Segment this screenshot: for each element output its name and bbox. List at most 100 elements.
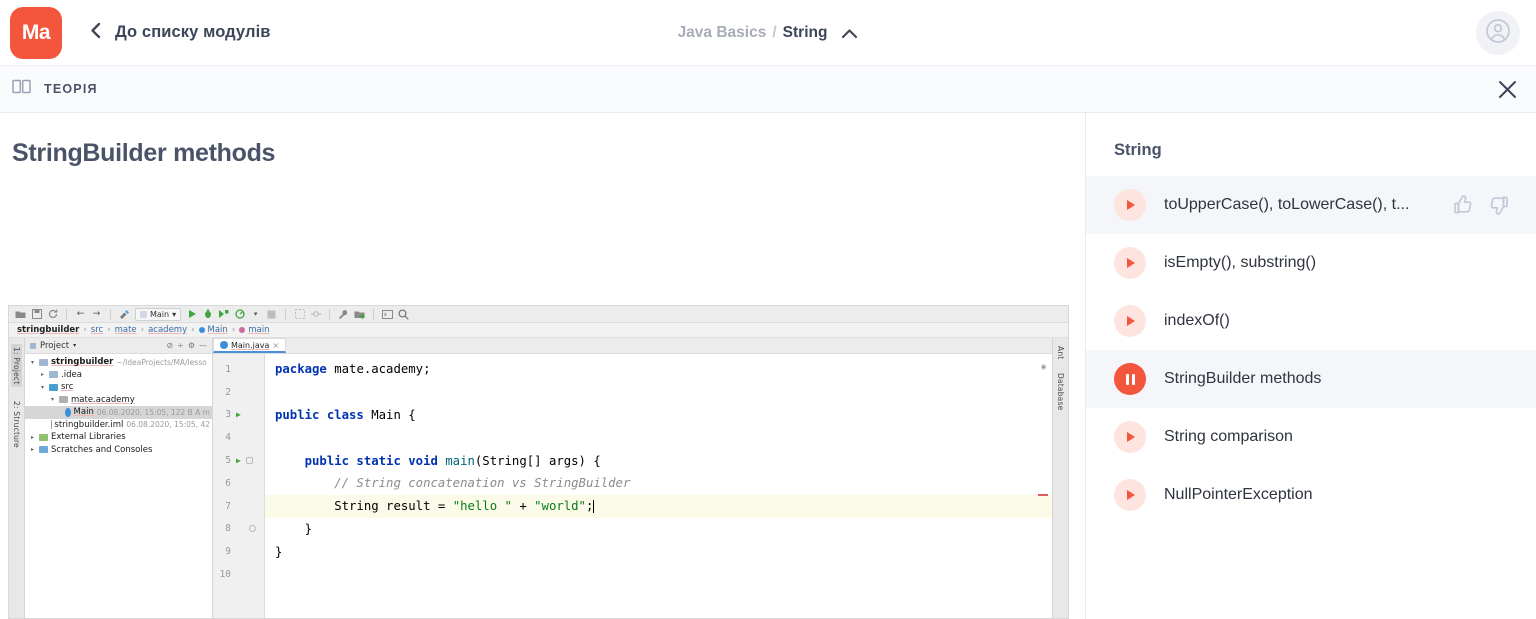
ide-crumb-sep: › [191, 325, 194, 335]
theory-tab-label: ТЕОРІЯ [44, 82, 98, 96]
debug-icon[interactable] [202, 309, 213, 320]
hide-icon[interactable]: — [199, 341, 207, 350]
inspection-eye-icon[interactable]: ◉ [1041, 362, 1046, 371]
error-stripe-marker[interactable] [1038, 494, 1048, 496]
chevron-down-icon[interactable]: ▾ [250, 309, 261, 320]
open-folder-icon[interactable] [15, 309, 26, 320]
twisty-icon[interactable]: ▾ [39, 384, 46, 391]
ide-screenshot: ← → Main ▾ [8, 305, 1069, 619]
tool-tab-project[interactable]: 1: Project [11, 344, 22, 387]
page-body: StringBuilder methods ← → [0, 113, 1536, 619]
sidebar-item-isempty[interactable]: isEmpty(), substring() [1086, 234, 1536, 292]
back-arrow-icon[interactable]: ← [75, 309, 86, 320]
thumbs-down-icon[interactable] [1488, 193, 1512, 217]
tree-row[interactable]: ▾ stringbuilder ~/IdeaProjects/MA/lesso [25, 356, 212, 369]
save-icon[interactable] [31, 309, 42, 320]
fold-icon[interactable] [249, 525, 256, 532]
code-line: public static void main(String[] args) { [265, 449, 1052, 472]
code-token: } [275, 545, 282, 559]
tool-tab-structure[interactable]: 2: Structure [12, 401, 21, 448]
twisty-icon[interactable]: ▸ [29, 446, 36, 453]
line-number: 2 [219, 387, 231, 398]
method-icon [239, 327, 245, 333]
tree-row[interactable]: ▸ .idea [25, 369, 212, 382]
editor-tab-main-java[interactable]: Main.java × [213, 338, 286, 353]
tree-row-label: stringbuilder [51, 357, 113, 367]
editor-tab-label: Main.java [231, 341, 269, 350]
user-circle-icon [1485, 18, 1511, 49]
theory-tab[interactable]: ТЕОРІЯ [12, 79, 98, 99]
tree-row[interactable]: ▸ Scratches and Consoles [25, 444, 212, 457]
sidebar-item-string-comparison[interactable]: String comparison [1086, 408, 1536, 466]
code-line [265, 426, 1052, 449]
book-open-icon [12, 79, 31, 99]
sync-icon[interactable] [47, 309, 58, 320]
code-editor: Main.java × 1 2 3▶ 4 5▶ 6 [213, 338, 1052, 618]
forward-arrow-icon[interactable]: → [91, 309, 102, 320]
tree-row[interactable]: ▾ mate.academy [25, 394, 212, 407]
app-logo[interactable]: Ma [10, 7, 62, 59]
ide-crumb-4[interactable]: Main [199, 325, 228, 335]
chevron-up-icon[interactable] [841, 28, 858, 39]
run-configuration-selector[interactable]: Main ▾ [135, 308, 181, 321]
run-class-icon[interactable]: ▶ [236, 410, 241, 419]
gutter-line: 1 [213, 358, 264, 381]
terminal-icon[interactable] [382, 309, 393, 320]
avatar[interactable] [1476, 11, 1520, 55]
sidebar-item-actions [1450, 193, 1512, 217]
breadcrumb-current[interactable]: String [783, 24, 828, 42]
ide-crumb-3[interactable]: academy [148, 325, 187, 335]
commit-icon[interactable] [310, 309, 321, 320]
run-method-icon[interactable]: ▶ [236, 456, 241, 465]
ide-crumb-sep: › [107, 325, 110, 335]
sidebar-item-touppercase[interactable]: toUpperCase(), toLowerCase(), t... [1086, 176, 1536, 234]
expand-icon[interactable]: ÷ [177, 341, 184, 350]
code-token: package [275, 362, 334, 376]
profile-icon[interactable] [234, 309, 245, 320]
search-icon[interactable] [398, 309, 409, 320]
thumbs-up-icon[interactable] [1450, 193, 1474, 217]
run-icon[interactable] [186, 309, 197, 320]
close-icon[interactable] [1492, 74, 1522, 104]
code-text[interactable]: package mate.academy; public class Main … [265, 354, 1052, 618]
twisty-icon[interactable]: ▸ [29, 434, 36, 441]
code-token: + [512, 499, 534, 513]
ide-crumb-1[interactable]: src [91, 325, 103, 335]
tree-row[interactable]: stringbuilder.iml 06.08.2020, 15:05, 42 [25, 419, 212, 432]
ide-crumb-5[interactable]: main [239, 325, 269, 335]
tree-row[interactable]: ▾ src [25, 381, 212, 394]
project-structure-icon[interactable] [354, 309, 365, 320]
ide-crumb-2[interactable]: mate [115, 325, 137, 335]
twisty-icon[interactable]: ▾ [29, 359, 36, 366]
sidebar-item-stringbuilder-methods[interactable]: StringBuilder methods [1086, 350, 1536, 408]
folder-source-icon [49, 384, 58, 391]
build-hammer-icon[interactable] [119, 309, 130, 320]
twisty-icon[interactable]: ▾ [49, 396, 56, 403]
pause-icon [1114, 363, 1146, 395]
close-icon[interactable]: × [272, 341, 279, 350]
fold-icon[interactable] [246, 457, 253, 464]
tool-tab-ant[interactable]: Ant [1056, 346, 1065, 359]
back-to-modules-link[interactable]: До списку модулів [90, 22, 271, 43]
folder-icon [49, 371, 58, 378]
twisty-icon[interactable]: ▸ [39, 371, 46, 378]
line-number: 5 [219, 455, 231, 466]
collapse-all-icon[interactable]: ⊘ [166, 341, 173, 350]
tree-row[interactable]: ▸ External Libraries [25, 431, 212, 444]
ide-crumb-0[interactable]: stringbuilder [17, 325, 79, 335]
tool-tab-database[interactable]: Database [1056, 373, 1065, 410]
toolbar-divider [66, 309, 67, 320]
toolbar-divider [329, 309, 330, 320]
tree-row[interactable]: Main 06.08.2020, 15:05, 122 B A m [25, 406, 212, 419]
code-line: } [265, 540, 1052, 563]
gear-icon[interactable]: ⚙ [188, 341, 195, 350]
code-token: "hello " [453, 499, 512, 513]
sidebar-item-nullpointerexception[interactable]: NullPointerException [1086, 466, 1536, 524]
breadcrumb-parent[interactable]: Java Basics [678, 24, 767, 42]
update-icon[interactable] [294, 309, 305, 320]
settings-wrench-icon[interactable] [338, 309, 349, 320]
chevron-down-icon[interactable]: ▾ [73, 342, 76, 349]
code-line-current: String result = "hello " + "world"; [265, 495, 1052, 518]
sidebar-item-indexof[interactable]: indexOf() [1086, 292, 1536, 350]
run-coverage-icon[interactable] [218, 309, 229, 320]
